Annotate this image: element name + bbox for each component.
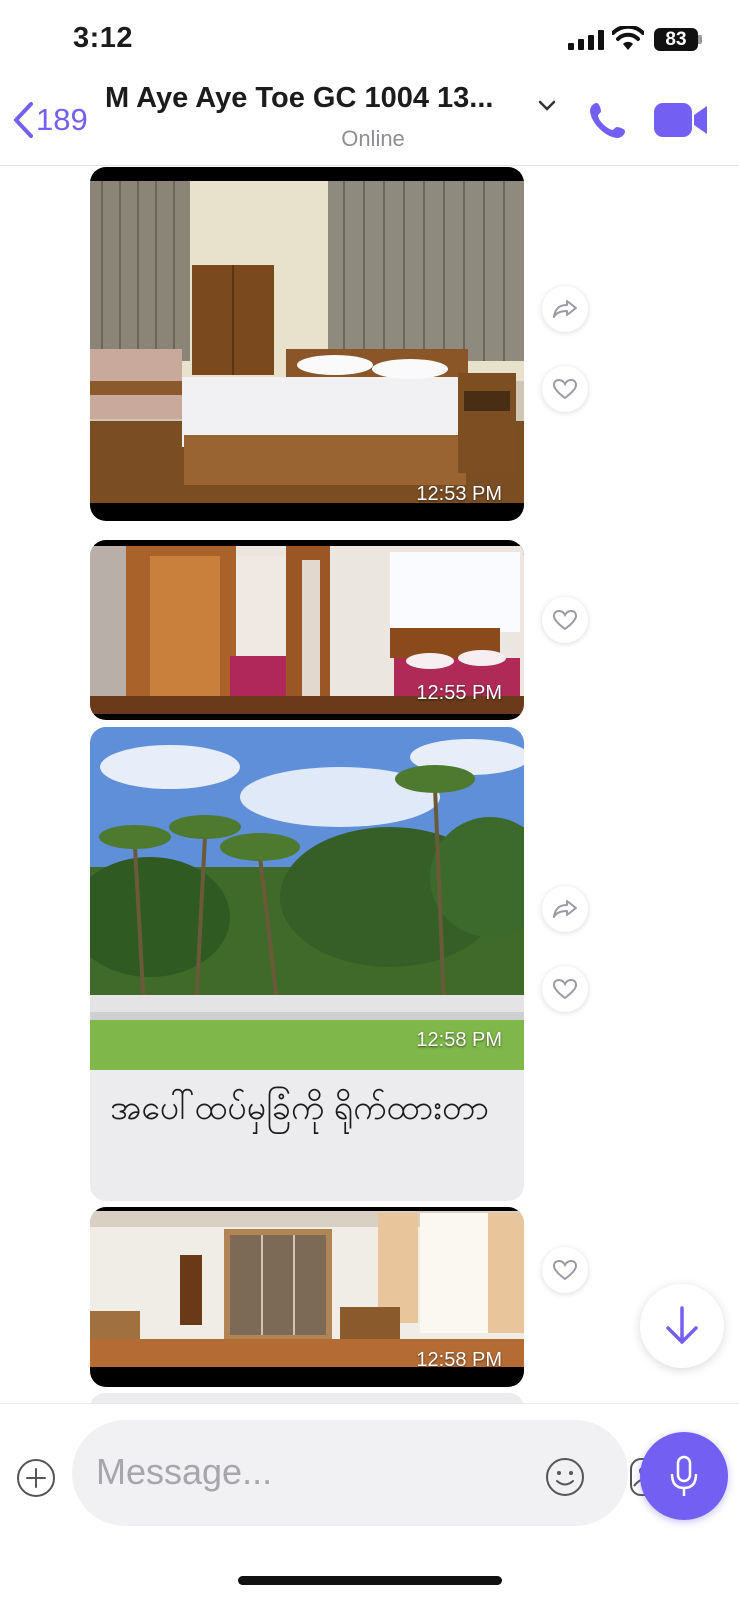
like-button[interactable]: [542, 597, 588, 643]
message-timestamp: 12:55 PM: [416, 682, 502, 704]
bedroom-photo[interactable]: [90, 181, 524, 503]
arrow-down-icon: [666, 1306, 698, 1344]
message-timestamp: 12:58 PM: [416, 1029, 502, 1051]
next-message-peek[interactable]: [90, 1393, 524, 1403]
heart-icon: [552, 1259, 578, 1281]
phone-icon[interactable]: [588, 100, 628, 140]
hall-photo[interactable]: [90, 1211, 524, 1367]
forward-icon: [553, 900, 577, 918]
online-status: Online: [341, 126, 405, 151]
message-timestamp: 12:58 PM: [416, 1349, 502, 1371]
heart-icon: [552, 978, 578, 1000]
image-message[interactable]: 12:58 PM: [90, 1207, 524, 1387]
status-time: 3:12: [73, 22, 134, 54]
back-button[interactable]: 189: [12, 98, 88, 142]
voice-message-button[interactable]: [640, 1432, 728, 1520]
back-chevron-icon: [14, 102, 33, 138]
like-button[interactable]: [542, 1247, 588, 1293]
garden-photo[interactable]: [90, 727, 524, 1070]
forward-button[interactable]: [542, 886, 588, 932]
image-message-with-caption[interactable]: 12:58 PM အပေါ်ထပ်မှခြံကို ရိုက်ထားတာ: [90, 727, 524, 1201]
scroll-to-bottom-button[interactable]: [640, 1284, 724, 1368]
message-list[interactable]: 12:53 PM 12:55 PM 12:58 PM အပေါ်ထပ်မှခြံ…: [0, 167, 739, 1403]
image-message[interactable]: 12:55 PM: [90, 540, 524, 720]
like-button[interactable]: [542, 966, 588, 1012]
unread-count: 189: [36, 102, 88, 137]
chevron-down-icon: [538, 100, 556, 111]
bedroom-image: [90, 181, 524, 503]
heart-icon: [552, 609, 578, 631]
emoji-icon[interactable]: [544, 1456, 586, 1498]
forward-button[interactable]: [542, 286, 588, 332]
message-field: [72, 1420, 672, 1526]
status-bar: 3:12 83: [0, 0, 739, 80]
garden-image: [90, 727, 524, 1070]
message-timestamp: 12:53 PM: [416, 483, 502, 505]
caption-box: အပေါ်ထပ်မှခြံကို ရိုက်ထားတာ: [90, 1070, 524, 1201]
heart-icon: [552, 378, 578, 400]
cellular-signal-icon: [568, 30, 606, 50]
plus-icon[interactable]: [16, 1458, 56, 1498]
battery-cap: [698, 35, 702, 44]
microphone-icon: [670, 1455, 698, 1496]
message-composer: [0, 1403, 739, 1600]
chat-title: M Aye Aye Toe GC 1004 13...: [105, 82, 494, 114]
like-button[interactable]: [542, 366, 588, 412]
wifi-icon: [612, 26, 644, 50]
battery-icon: 83: [654, 28, 698, 51]
forward-icon: [553, 300, 577, 318]
chat-info[interactable]: M Aye Aye Toe GC 1004 13... Online: [105, 82, 565, 151]
message-input[interactable]: [96, 1447, 436, 1497]
image-message[interactable]: 12:53 PM: [90, 167, 524, 521]
home-indicator: [238, 1576, 502, 1585]
video-camera-icon[interactable]: [654, 102, 708, 138]
chat-header: 189 M Aye Aye Toe GC 1004 13... Online: [0, 80, 739, 166]
hall-image: [90, 1211, 524, 1367]
message-caption: အပေါ်ထပ်မှခြံကို ရိုက်ထားတာ: [110, 1089, 489, 1127]
